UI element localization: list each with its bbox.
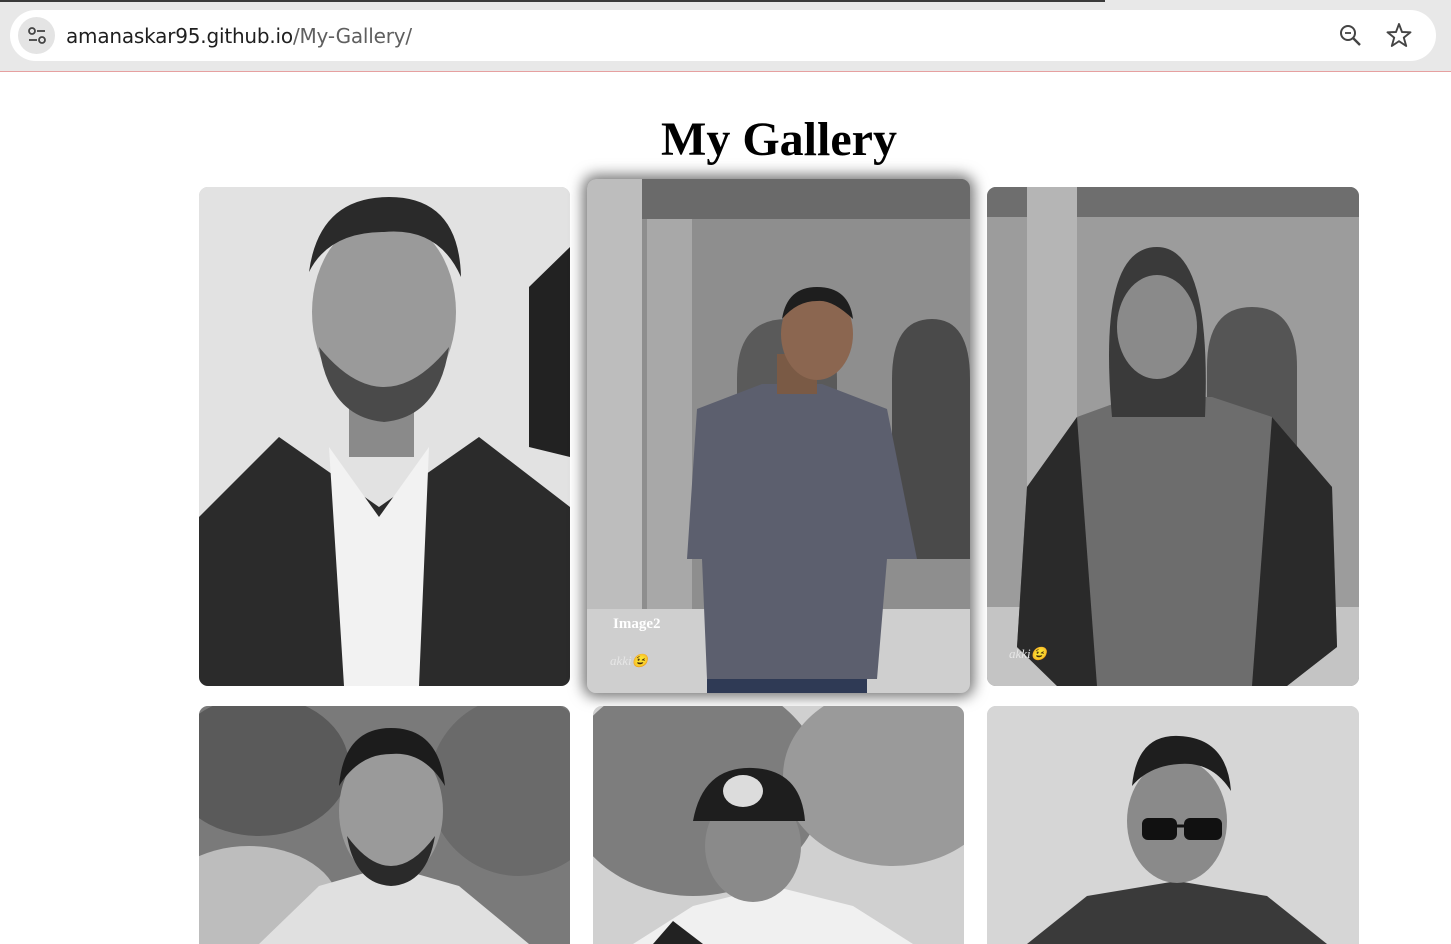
url-text[interactable]: amanaskar95.github.io/My-Gallery/ xyxy=(66,24,412,48)
browser-toolbar: amanaskar95.github.io/My-Gallery/ xyxy=(0,0,1451,72)
site-info-button[interactable] xyxy=(18,17,55,54)
caption-subtitle: akki😉 xyxy=(1009,646,1047,661)
photo-3 xyxy=(987,187,1359,686)
photo-1 xyxy=(199,187,570,686)
photo-6 xyxy=(987,706,1359,944)
zoom-icon xyxy=(1340,25,1361,46)
bookmark-button[interactable] xyxy=(1386,22,1412,48)
gallery-card-6[interactable] xyxy=(987,706,1359,944)
bookmark-star-icon xyxy=(1386,23,1412,47)
page-load-progress-bar xyxy=(0,0,1105,2)
gallery-card-2[interactable]: Image2 akki😉 xyxy=(587,179,970,693)
gallery-card-1[interactable] xyxy=(199,187,570,686)
site-info-icon xyxy=(28,27,46,44)
caption-subtitle: akki😉 xyxy=(610,653,648,668)
address-bar[interactable]: amanaskar95.github.io/My-Gallery/ xyxy=(10,10,1436,61)
photo-5 xyxy=(593,706,964,944)
photo-4 xyxy=(199,706,570,944)
caption-title: Image2 xyxy=(613,616,661,632)
gallery-card-3[interactable]: akki😉 xyxy=(987,187,1359,686)
url-host: amanaskar95.github.io xyxy=(66,24,293,48)
gallery-card-5[interactable] xyxy=(593,706,964,944)
url-path: /My-Gallery/ xyxy=(292,24,412,48)
zoom-button[interactable] xyxy=(1338,23,1364,49)
gallery-card-4[interactable] xyxy=(199,706,570,944)
page-title: My Gallery xyxy=(661,113,897,166)
